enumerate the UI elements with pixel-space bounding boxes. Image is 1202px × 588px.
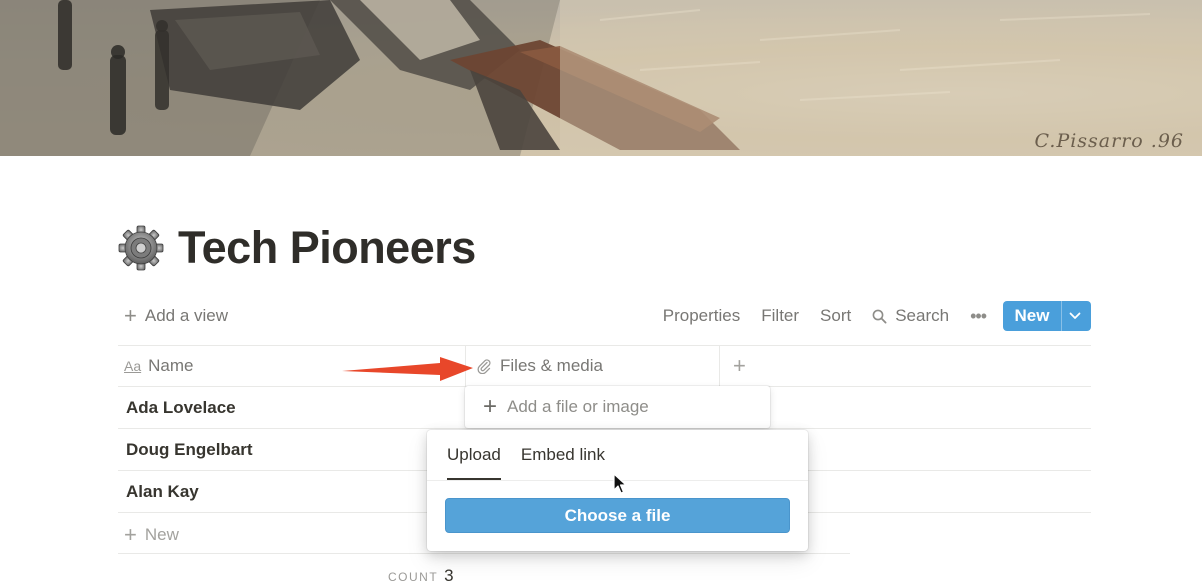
add-property-button[interactable]: + xyxy=(733,345,746,386)
properties-button[interactable]: Properties xyxy=(663,306,740,326)
choose-file-button[interactable]: Choose a file xyxy=(445,498,790,533)
search-button[interactable]: Search xyxy=(872,306,949,326)
new-button[interactable]: New xyxy=(1003,301,1091,331)
filter-button[interactable]: Filter xyxy=(761,306,799,326)
table-divider xyxy=(118,345,1091,346)
annotation-arrow-icon xyxy=(342,357,473,381)
table-row-name[interactable]: Ada Lovelace xyxy=(126,398,236,418)
cover-image: C.Pissarro .96 xyxy=(0,0,1202,156)
sort-button[interactable]: Sort xyxy=(820,306,851,326)
table-row-name[interactable]: Doug Engelbart xyxy=(126,440,253,460)
new-button-label: New xyxy=(1014,306,1050,325)
tab-embed-link[interactable]: Embed link xyxy=(521,442,605,480)
column-header-name[interactable]: Aa Name xyxy=(124,345,193,386)
count-summary[interactable]: COUNT 3 xyxy=(388,566,454,586)
database-toolbar: + Add a view Properties Filter Sort Sear… xyxy=(118,298,1091,334)
new-button-divider xyxy=(1061,301,1062,331)
plus-icon: + xyxy=(124,522,137,547)
table-divider xyxy=(118,428,1091,429)
search-label: Search xyxy=(895,306,950,325)
table-divider xyxy=(118,553,850,554)
more-options-icon[interactable]: ••• xyxy=(970,306,987,327)
page-header: Tech Pioneers xyxy=(118,218,476,278)
count-value: 3 xyxy=(444,566,454,585)
column-divider xyxy=(719,345,720,386)
tab-upload[interactable]: Upload xyxy=(447,442,501,480)
text-property-icon: Aa xyxy=(124,357,142,374)
add-row-button[interactable]: + New xyxy=(124,523,179,547)
column-header-files[interactable]: Files & media xyxy=(476,345,603,386)
plus-icon: + xyxy=(483,393,498,420)
page-title[interactable]: Tech Pioneers xyxy=(178,222,476,274)
add-view-button[interactable]: + Add a view xyxy=(124,298,228,334)
mouse-cursor-icon xyxy=(613,473,627,494)
column-header-label: Name xyxy=(148,355,194,375)
search-icon xyxy=(872,309,887,324)
chevron-down-icon[interactable] xyxy=(1069,311,1081,321)
add-view-label: Add a view xyxy=(144,306,229,325)
add-file-label: Add a file or image xyxy=(507,397,649,416)
gear-icon[interactable] xyxy=(118,225,164,271)
plus-icon: + xyxy=(124,303,137,328)
cover-signature: C.Pissarro .96 xyxy=(1034,130,1184,152)
add-row-label: New xyxy=(144,525,179,544)
table-row-name[interactable]: Alan Kay xyxy=(126,482,199,502)
count-label: COUNT xyxy=(388,570,439,584)
column-header-label: Files & media xyxy=(500,355,603,375)
add-file-button[interactable]: + Add a file or image xyxy=(465,386,770,428)
paperclip-icon xyxy=(477,358,491,374)
upload-tabs: Upload Embed link xyxy=(447,442,625,480)
